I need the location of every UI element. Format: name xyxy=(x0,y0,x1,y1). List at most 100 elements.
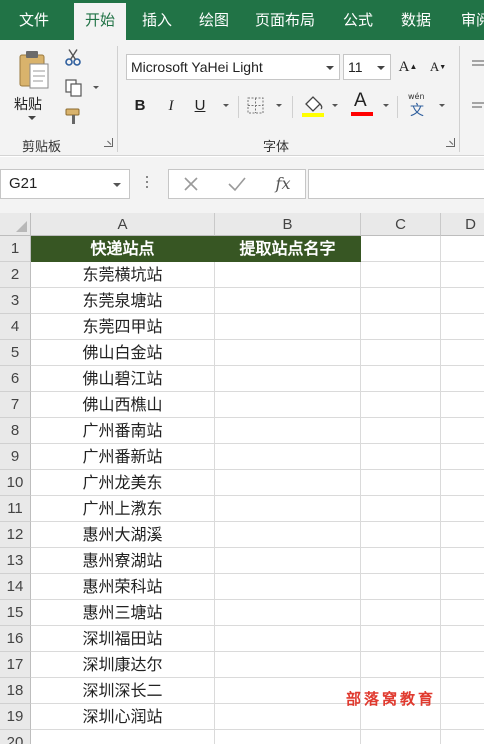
table-cell[interactable] xyxy=(441,366,484,392)
decrease-font-size-button[interactable]: A▼ xyxy=(428,56,448,78)
table-cell[interactable] xyxy=(441,340,484,366)
table-cell[interactable] xyxy=(441,262,484,288)
table-cell[interactable]: 东莞四甲站 xyxy=(31,314,215,340)
table-cell[interactable] xyxy=(215,626,361,652)
table-cell[interactable] xyxy=(361,392,441,418)
chevron-down-icon[interactable] xyxy=(439,104,445,107)
table-cell[interactable]: 佛山碧江站 xyxy=(31,366,215,392)
formula-input[interactable] xyxy=(308,169,484,199)
table-cell[interactable] xyxy=(361,340,441,366)
row-header[interactable]: 3 xyxy=(0,288,31,314)
table-cell[interactable] xyxy=(441,704,484,730)
tab-data[interactable]: 数据 xyxy=(390,0,442,40)
table-cell[interactable] xyxy=(215,678,361,704)
row-header[interactable]: 6 xyxy=(0,366,31,392)
table-cell[interactable] xyxy=(215,652,361,678)
dialog-launcher-icon[interactable] xyxy=(104,138,113,147)
table-cell[interactable] xyxy=(215,340,361,366)
row-header[interactable]: 4 xyxy=(0,314,31,340)
table-cell[interactable] xyxy=(215,730,361,744)
table-cell[interactable] xyxy=(441,574,484,600)
row-header[interactable]: 20 xyxy=(0,730,31,744)
table-cell[interactable] xyxy=(215,548,361,574)
table-cell[interactable] xyxy=(215,366,361,392)
table-cell[interactable] xyxy=(31,730,215,744)
table-cell[interactable]: 广州龙美东 xyxy=(31,470,215,496)
row-header[interactable]: 13 xyxy=(0,548,31,574)
table-cell[interactable]: 广州番南站 xyxy=(31,418,215,444)
table-cell[interactable]: 惠州寮湖站 xyxy=(31,548,215,574)
table-cell[interactable] xyxy=(215,470,361,496)
table-cell[interactable] xyxy=(361,600,441,626)
table-cell[interactable] xyxy=(441,730,484,744)
table-cell[interactable]: 深圳福田站 xyxy=(31,626,215,652)
row-header[interactable]: 14 xyxy=(0,574,31,600)
table-cell[interactable] xyxy=(215,262,361,288)
fill-color-icon[interactable] xyxy=(300,92,326,118)
table-cell[interactable]: 惠州大湖溪 xyxy=(31,522,215,548)
table-cell[interactable] xyxy=(215,496,361,522)
table-cell[interactable]: 惠州荣科站 xyxy=(31,574,215,600)
table-cell[interactable] xyxy=(361,262,441,288)
tab-file[interactable]: 文件 xyxy=(6,0,62,40)
table-cell[interactable]: 东莞泉塘站 xyxy=(31,288,215,314)
enter-check-icon[interactable] xyxy=(217,170,257,198)
row-header[interactable]: 5 xyxy=(0,340,31,366)
name-box[interactable]: G21 xyxy=(0,169,130,199)
table-cell[interactable] xyxy=(361,366,441,392)
table-cell[interactable] xyxy=(441,548,484,574)
paste-button[interactable]: 粘贴 xyxy=(10,46,56,122)
select-all-button[interactable] xyxy=(0,213,31,236)
cut-scissors-icon[interactable] xyxy=(64,48,82,66)
table-cell[interactable] xyxy=(441,418,484,444)
font-size-select[interactable]: 11 xyxy=(343,54,391,80)
table-cell[interactable] xyxy=(215,704,361,730)
table-cell[interactable] xyxy=(361,652,441,678)
table-cell[interactable]: 广州上漖东 xyxy=(31,496,215,522)
table-cell[interactable] xyxy=(215,418,361,444)
table-cell[interactable]: 深圳康达尔 xyxy=(31,652,215,678)
row-header[interactable]: 19 xyxy=(0,704,31,730)
chevron-down-icon[interactable] xyxy=(93,86,99,89)
table-cell[interactable] xyxy=(441,522,484,548)
chevron-down-icon[interactable] xyxy=(276,104,282,107)
table-cell[interactable] xyxy=(361,496,441,522)
row-header[interactable]: 2 xyxy=(0,262,31,288)
phonetic-guide-button[interactable]: wén 文 xyxy=(405,92,431,120)
font-name-select[interactable]: Microsoft YaHei Light xyxy=(126,54,340,80)
chevron-down-icon[interactable] xyxy=(332,104,338,107)
table-cell[interactable] xyxy=(215,444,361,470)
resize-handle-icon[interactable] xyxy=(145,176,149,192)
table-cell[interactable] xyxy=(361,236,441,262)
table-cell[interactable] xyxy=(441,444,484,470)
tab-insert[interactable]: 插入 xyxy=(131,0,183,40)
chevron-down-icon[interactable] xyxy=(383,104,389,107)
dialog-launcher-icon[interactable] xyxy=(446,138,455,147)
table-cell[interactable] xyxy=(441,392,484,418)
row-header[interactable]: 12 xyxy=(0,522,31,548)
table-cell[interactable] xyxy=(441,626,484,652)
table-cell[interactable] xyxy=(361,730,441,744)
row-header[interactable]: 9 xyxy=(0,444,31,470)
column-header-c[interactable]: C xyxy=(361,213,441,236)
table-cell[interactable] xyxy=(361,288,441,314)
table-cell[interactable] xyxy=(361,548,441,574)
underline-button[interactable]: U xyxy=(190,95,210,117)
row-header[interactable]: 7 xyxy=(0,392,31,418)
format-painter-icon[interactable] xyxy=(64,106,84,126)
table-cell[interactable] xyxy=(215,522,361,548)
column-header-b[interactable]: B xyxy=(215,213,361,236)
row-header[interactable]: 1 xyxy=(0,236,31,262)
chevron-down-icon[interactable] xyxy=(223,104,229,107)
column-header-d[interactable]: D xyxy=(441,213,484,236)
row-header[interactable]: 18 xyxy=(0,678,31,704)
copy-icon[interactable] xyxy=(64,78,84,98)
row-header[interactable]: 8 xyxy=(0,418,31,444)
table-cell[interactable] xyxy=(215,574,361,600)
table-cell[interactable] xyxy=(441,470,484,496)
table-cell[interactable] xyxy=(441,314,484,340)
align-top-icon[interactable] xyxy=(470,58,484,72)
font-color-button[interactable]: A xyxy=(350,90,374,118)
table-cell[interactable] xyxy=(215,392,361,418)
table-cell[interactable] xyxy=(441,600,484,626)
